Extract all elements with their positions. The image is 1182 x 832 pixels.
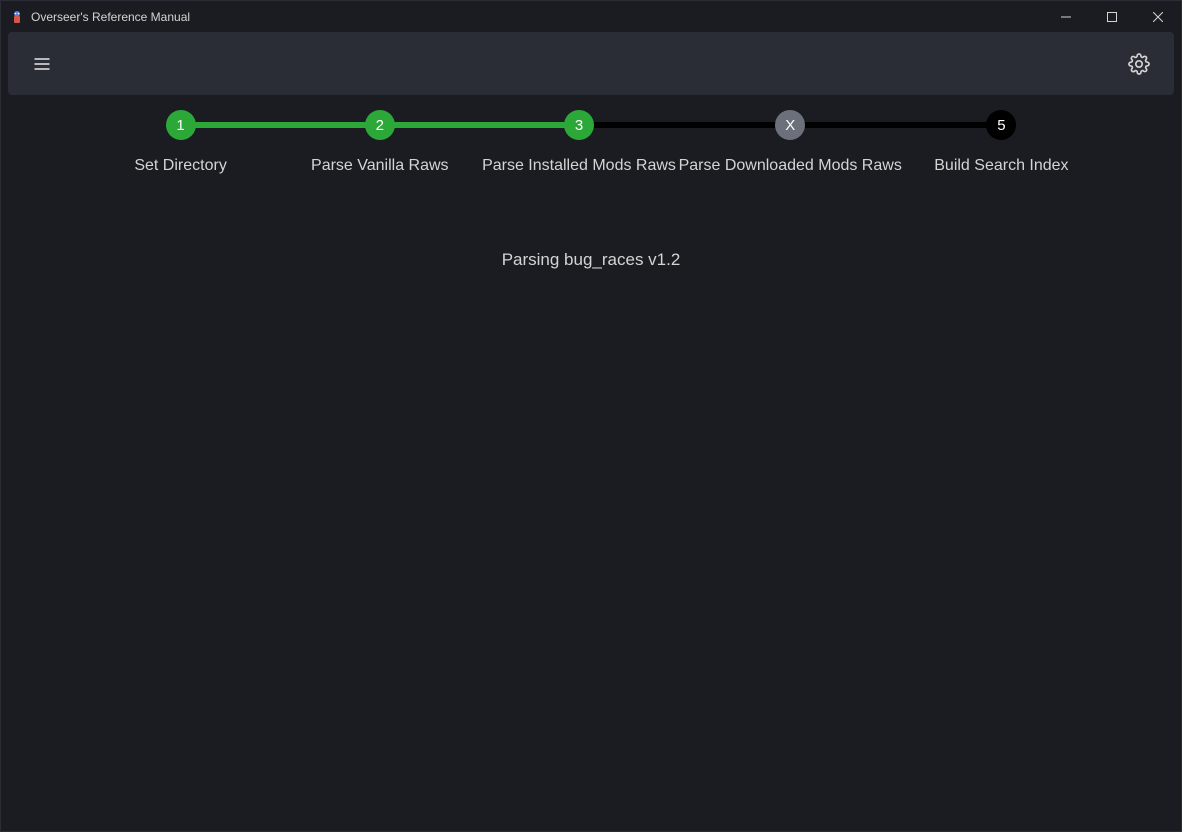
app-title: Overseer's Reference Manual	[31, 10, 190, 24]
step-connector	[380, 122, 579, 128]
step-number: 5	[997, 117, 1005, 134]
app-window: Overseer's Reference Manual	[0, 0, 1182, 832]
window-controls	[1043, 1, 1181, 32]
close-button[interactable]	[1135, 1, 1181, 32]
step-label: Parse Installed Mods Raws	[482, 157, 676, 175]
step-label: Parse Downloaded Mods Raws	[679, 157, 902, 175]
step-connector	[790, 122, 1013, 128]
step-label: Set Directory	[134, 157, 226, 175]
step-5: 5 Build Search Index	[902, 110, 1101, 175]
step-connector	[181, 122, 380, 128]
minimize-button[interactable]	[1043, 1, 1089, 32]
step-number: X	[785, 117, 795, 134]
content-area: 1 Set Directory 2 Parse Vanilla Raws 3 P…	[1, 95, 1181, 831]
step-circle: 2	[365, 110, 395, 140]
status-message: Parsing bug_races v1.2	[1, 250, 1181, 270]
step-circle: X	[775, 110, 805, 140]
step-label: Parse Vanilla Raws	[311, 157, 449, 175]
titlebar: Overseer's Reference Manual	[1, 1, 1181, 32]
step-number: 2	[376, 117, 384, 134]
titlebar-left: Overseer's Reference Manual	[9, 9, 190, 25]
step-circle: 1	[166, 110, 196, 140]
step-connector	[579, 122, 778, 128]
step-4: X Parse Downloaded Mods Raws	[679, 110, 902, 175]
step-1: 1 Set Directory	[81, 110, 280, 175]
step-number: 1	[176, 117, 184, 134]
step-circle: 5	[986, 110, 1016, 140]
step-2: 2 Parse Vanilla Raws	[280, 110, 479, 175]
toolbar	[8, 32, 1174, 95]
step-number: 3	[575, 117, 583, 134]
step-3: 3 Parse Installed Mods Raws	[479, 110, 678, 175]
gear-icon[interactable]	[1128, 53, 1150, 75]
app-icon	[9, 9, 25, 25]
progress-stepper: 1 Set Directory 2 Parse Vanilla Raws 3 P…	[1, 110, 1181, 175]
maximize-button[interactable]	[1089, 1, 1135, 32]
menu-icon[interactable]	[32, 54, 52, 74]
step-label: Build Search Index	[934, 157, 1068, 175]
step-circle: 3	[564, 110, 594, 140]
